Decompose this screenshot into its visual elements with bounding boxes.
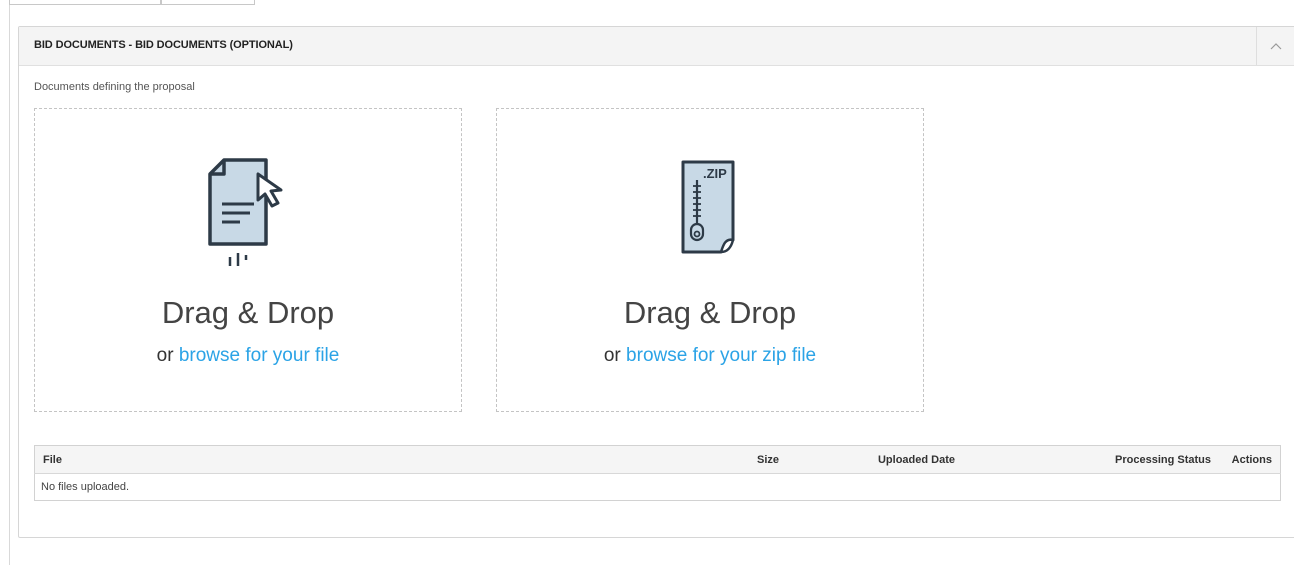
chevron-up-icon — [1270, 43, 1282, 50]
panel-subtitle: Documents defining the proposal — [34, 81, 195, 93]
file-pointer-icon — [208, 158, 283, 266]
col-processing-status[interactable]: Processing Status — [963, 445, 1219, 474]
drag-drop-title: Drag & Drop — [161, 295, 335, 330]
file-dropzone[interactable]: Drag & Drop or browse for your file — [34, 108, 462, 412]
zip-icon-text: .ZIP — [703, 166, 727, 181]
table-header-row: File Size Uploaded Date Processing Statu… — [34, 445, 1281, 474]
browse-or-text: or — [156, 345, 174, 366]
browse-file-link[interactable]: browse for your file — [179, 345, 340, 366]
browse-line: or browse for your file — [35, 345, 461, 367]
panel-title: BID DOCUMENTS - BID DOCUMENTS (OPTIONAL) — [34, 39, 293, 51]
panel-header[interactable]: BID DOCUMENTS - BID DOCUMENTS (OPTIONAL) — [19, 27, 1294, 66]
bid-documents-panel: BID DOCUMENTS - BID DOCUMENTS (OPTIONAL)… — [18, 26, 1294, 538]
zip-dropzone[interactable]: .ZIP Drag & Drop or browse for your zip … — [496, 108, 924, 412]
col-actions: Actions — [1219, 445, 1281, 474]
drag-drop-title: Drag & Drop — [623, 295, 797, 330]
empty-message: No files uploaded. — [41, 481, 130, 493]
col-uploaded-date[interactable]: Uploaded Date — [787, 445, 963, 474]
collapse-button[interactable] — [1256, 27, 1294, 65]
files-table: File Size Uploaded Date Processing Statu… — [34, 445, 1281, 501]
zip-file-icon: .ZIP — [681, 160, 735, 254]
col-file[interactable]: File — [34, 445, 651, 474]
browse-zip-link[interactable]: browse for your zip file — [626, 345, 816, 366]
table-row: No files uploaded. — [35, 474, 1281, 501]
col-size[interactable]: Size — [651, 445, 787, 474]
browse-or-text: or — [603, 345, 621, 366]
browse-line: or browse for your zip file — [497, 345, 923, 367]
